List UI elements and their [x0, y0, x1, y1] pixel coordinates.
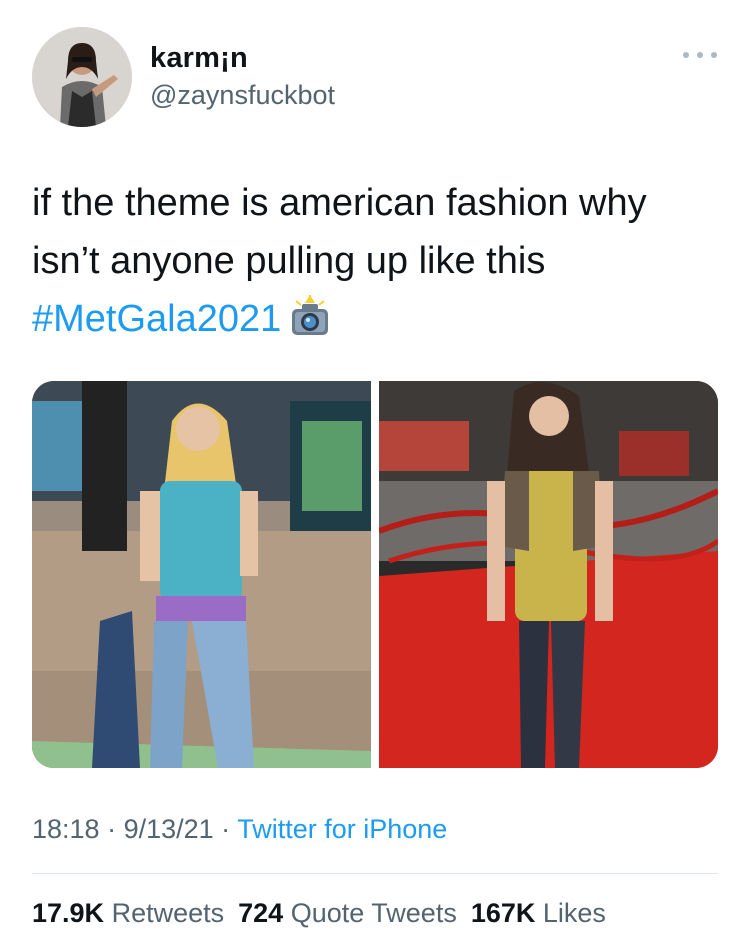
- avatar[interactable]: [32, 27, 132, 127]
- handle[interactable]: @zaynsfuckbot: [150, 80, 335, 111]
- meta-separator: ·: [213, 814, 238, 844]
- photo-left-image: [32, 381, 371, 768]
- retweets-count: 17.9K: [32, 898, 105, 928]
- media-grid[interactable]: [32, 381, 718, 768]
- tweet-stats: 17.9K Retweets 724 Quote Tweets 167K Likes: [32, 898, 620, 929]
- photo-right[interactable]: [379, 381, 718, 768]
- hashtag-link[interactable]: #MetGala2021: [32, 298, 281, 340]
- tweet-text-line-3: #MetGala2021: [32, 290, 722, 348]
- more-options-icon[interactable]: [683, 48, 717, 62]
- quote-tweets-label: Quote Tweets: [290, 898, 457, 928]
- camera-with-flash-icon: [292, 295, 329, 335]
- meta-separator: ·: [99, 814, 124, 844]
- divider: [32, 873, 718, 874]
- tweet-time[interactable]: 18:18: [32, 814, 100, 844]
- likes-count: 167K: [470, 898, 536, 928]
- retweets-stat[interactable]: 17.9K Retweets: [32, 898, 224, 928]
- quote-tweets-count: 724: [238, 898, 284, 928]
- tweet-text: if the theme is american fashion why isn…: [32, 174, 722, 348]
- likes-stat[interactable]: 167K Likes: [471, 898, 606, 928]
- retweets-label: Retweets: [111, 898, 225, 928]
- tweet-text-line-2: isn’t anyone pulling up like this: [32, 240, 546, 282]
- tweet-source-link[interactable]: Twitter for iPhone: [237, 814, 447, 844]
- tweet-text-line-1: if the theme is american fashion why: [32, 182, 647, 224]
- tweet-card: karm¡n @zaynsfuckbot if the theme is ame…: [0, 0, 750, 948]
- photo-left[interactable]: [32, 381, 371, 768]
- quote-tweets-stat[interactable]: 724 Quote Tweets: [238, 898, 457, 928]
- photo-right-image: [379, 381, 718, 768]
- tweet-date[interactable]: 9/13/21: [124, 814, 214, 844]
- likes-label: Likes: [542, 898, 606, 928]
- display-name[interactable]: karm¡n: [150, 42, 248, 75]
- tweet-meta: 18:18 · 9/13/21 · Twitter for iPhone: [32, 814, 447, 845]
- avatar-image: [32, 27, 132, 127]
